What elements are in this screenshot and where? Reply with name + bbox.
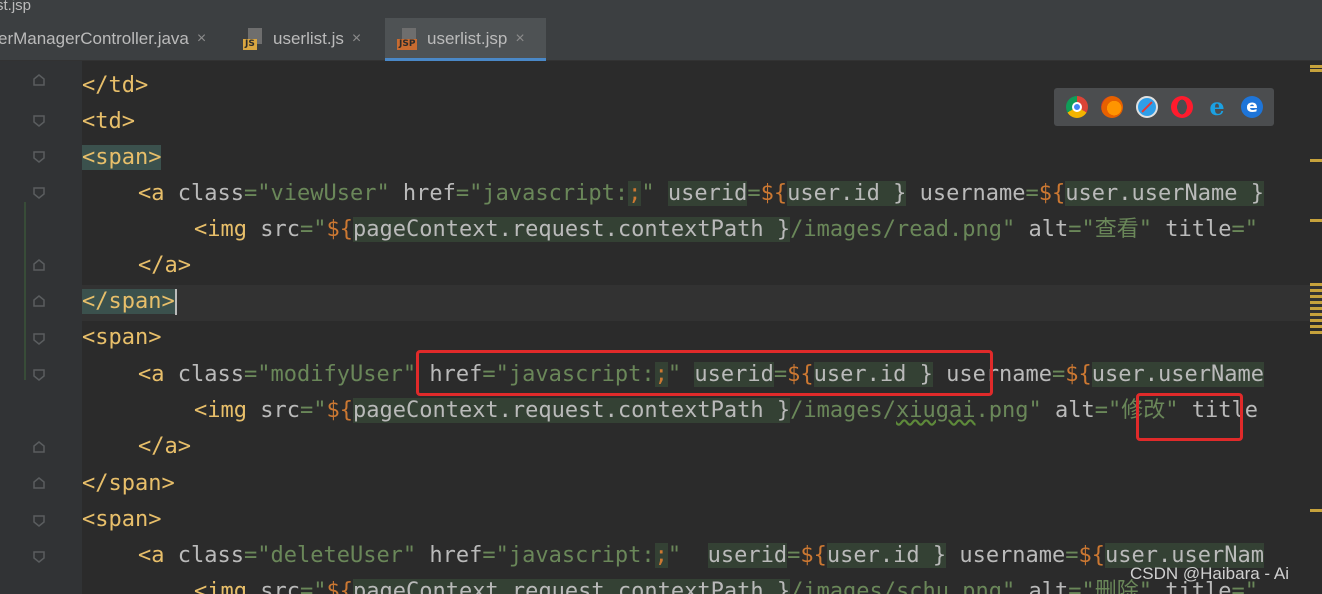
window-title: st.jsp bbox=[0, 0, 32, 14]
warning-marker[interactable] bbox=[1310, 307, 1322, 310]
code-line-5[interactable]: <img src="${pageContext.request.contextP… bbox=[194, 212, 1258, 248]
tab-userlist-jsp[interactable]: JSP userlist.jsp × bbox=[385, 18, 546, 61]
watermark: CSDN @Haibara - Ai bbox=[1130, 564, 1289, 583]
warning-marker[interactable] bbox=[1310, 325, 1322, 328]
fold-start-icon[interactable] bbox=[33, 333, 45, 345]
fold-start-icon[interactable] bbox=[33, 515, 45, 527]
safari-icon[interactable] bbox=[1136, 96, 1158, 118]
tab-label: userlist.js bbox=[273, 29, 344, 48]
code-line-4[interactable]: <a class="viewUser" href="javascript:;" … bbox=[138, 176, 1264, 212]
tab-userlist-js[interactable]: JS userlist.js × bbox=[243, 18, 383, 60]
warning-marker[interactable] bbox=[1310, 319, 1322, 322]
warning-marker[interactable] bbox=[1310, 301, 1322, 304]
js-file-icon: JS bbox=[243, 28, 265, 50]
code-line-1[interactable]: </td> bbox=[82, 68, 148, 104]
code-line-3[interactable]: <span> bbox=[82, 140, 162, 176]
opera-icon[interactable] bbox=[1171, 96, 1193, 118]
code-line-2[interactable]: <td> bbox=[82, 104, 135, 140]
warning-marker[interactable] bbox=[1310, 331, 1322, 334]
editor-gutter bbox=[0, 61, 82, 594]
fold-end-icon[interactable] bbox=[33, 74, 45, 86]
fold-start-icon[interactable] bbox=[33, 369, 45, 381]
text-caret bbox=[174, 289, 177, 315]
fold-end-icon[interactable] bbox=[33, 441, 45, 453]
internet-explorer-icon[interactable]: e bbox=[1206, 95, 1228, 119]
close-icon[interactable]: × bbox=[515, 30, 524, 48]
tab-label: erManagerController.java bbox=[0, 29, 189, 48]
code-line-8[interactable]: <span> bbox=[82, 320, 161, 356]
vcs-change-marker[interactable] bbox=[24, 202, 26, 380]
editor-tab-bar: erManagerController.java × JS userlist.j… bbox=[0, 18, 1322, 61]
fold-end-icon[interactable] bbox=[33, 477, 45, 489]
code-line-15[interactable]: <img src="${pageContext.request.contextP… bbox=[194, 574, 1258, 594]
warning-marker[interactable] bbox=[1310, 69, 1322, 72]
fold-start-icon[interactable] bbox=[33, 187, 45, 199]
fold-start-icon[interactable] bbox=[33, 151, 45, 163]
fold-end-icon[interactable] bbox=[33, 259, 45, 271]
tab-usermanagercontroller-java[interactable]: erManagerController.java × bbox=[0, 18, 231, 60]
code-line-11[interactable]: </a> bbox=[138, 429, 191, 465]
warning-marker[interactable] bbox=[1310, 295, 1322, 298]
annotation-box-alt bbox=[1136, 393, 1243, 441]
code-line-12[interactable]: </span> bbox=[82, 466, 175, 502]
code-line-14[interactable]: <a class="deleteUser" href="javascript:;… bbox=[138, 538, 1264, 574]
jsp-file-icon: JSP bbox=[397, 28, 419, 50]
open-in-browser-popup: e e bbox=[1054, 88, 1274, 126]
code-line-6[interactable]: </a> bbox=[138, 248, 191, 284]
fold-start-icon[interactable] bbox=[33, 551, 45, 563]
close-icon[interactable]: × bbox=[197, 30, 206, 48]
warning-marker[interactable] bbox=[1310, 283, 1322, 286]
edge-icon[interactable]: e bbox=[1241, 96, 1263, 118]
code-line-10[interactable]: <img src="${pageContext.request.contextP… bbox=[194, 393, 1258, 429]
fold-start-icon[interactable] bbox=[33, 115, 45, 127]
code-line-13[interactable]: <span> bbox=[82, 502, 161, 538]
warning-marker[interactable] bbox=[1310, 509, 1322, 512]
warning-marker[interactable] bbox=[1310, 313, 1322, 316]
close-icon[interactable]: × bbox=[352, 30, 361, 48]
warning-marker[interactable] bbox=[1310, 65, 1322, 68]
annotation-box-href-userid bbox=[416, 350, 993, 396]
warning-marker[interactable] bbox=[1310, 159, 1322, 162]
tab-label: userlist.jsp bbox=[427, 29, 508, 48]
code-editor[interactable]: </td> <td> <span> <a class="viewUser" hr… bbox=[82, 61, 1322, 594]
fold-end-icon[interactable] bbox=[33, 295, 45, 307]
chrome-icon[interactable] bbox=[1066, 96, 1088, 118]
firefox-icon[interactable] bbox=[1101, 96, 1123, 118]
warning-marker[interactable] bbox=[1310, 289, 1322, 292]
current-line-highlight bbox=[82, 285, 1322, 321]
warning-marker[interactable] bbox=[1310, 219, 1322, 222]
title-bar: st.jsp bbox=[0, 0, 1322, 18]
code-line-7[interactable]: </span> bbox=[82, 284, 177, 320]
scrollbar-markers[interactable] bbox=[1310, 61, 1322, 594]
